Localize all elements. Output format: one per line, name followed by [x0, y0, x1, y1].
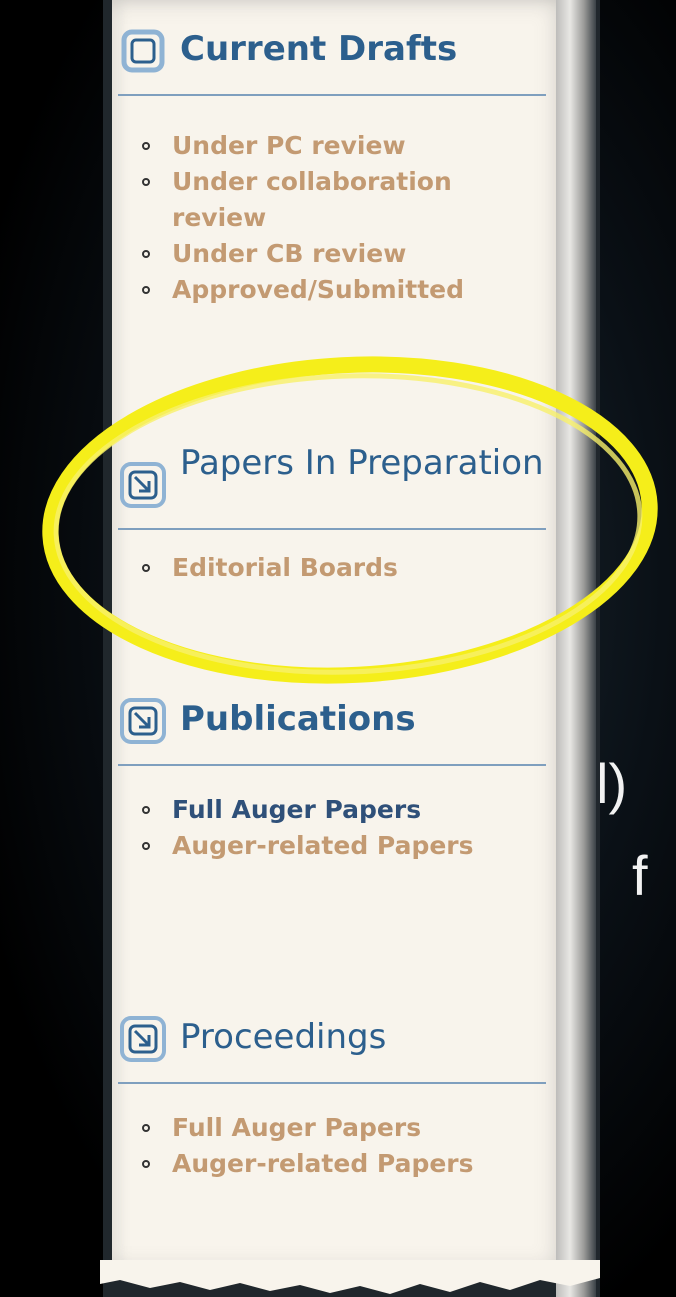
- bullet-icon: [142, 178, 150, 186]
- bullet-icon: [142, 564, 150, 572]
- divider: [118, 94, 546, 96]
- link-list: Editorial Boards: [118, 550, 548, 586]
- right-text-fragment-2: f: [632, 844, 648, 907]
- divider: [118, 1082, 546, 1084]
- bullet-icon: [142, 842, 150, 850]
- arrow-in-box-icon: [120, 698, 166, 744]
- bullet-icon: [142, 286, 150, 294]
- list-item[interactable]: Under PC review: [138, 128, 548, 164]
- list-item[interactable]: Approved/Submitted: [138, 272, 548, 308]
- arrow-in-box-icon: [120, 462, 166, 508]
- divider: [118, 764, 546, 766]
- heading-label: Papers In Preparation: [180, 443, 544, 483]
- section-papers-in-preparation: Papers In Preparation Editorial Boards: [118, 442, 548, 586]
- divider: [118, 528, 546, 530]
- list-item[interactable]: Under CB review: [138, 236, 548, 272]
- heading-label: Proceedings: [180, 1017, 387, 1057]
- link-label: Auger-related Papers: [172, 1149, 474, 1178]
- link-label: Under PC review: [172, 131, 406, 160]
- bullet-icon: [142, 806, 150, 814]
- section-heading[interactable]: Proceedings: [118, 1016, 548, 1064]
- right-text-fragment-1: l): [596, 752, 628, 815]
- link-label: Approved/Submitted: [172, 275, 464, 304]
- section-proceedings: Proceedings Full Auger Papers Auger-rela…: [118, 1016, 548, 1182]
- section-heading[interactable]: Publications: [118, 698, 548, 746]
- paper-torn-edge: [556, 0, 596, 1297]
- link-label: Auger-related Papers: [172, 831, 474, 860]
- heading-label: Publications: [180, 699, 416, 739]
- list-item[interactable]: Editorial Boards: [138, 550, 548, 586]
- list-item[interactable]: Auger-related Papers: [138, 828, 548, 864]
- bullet-icon: [142, 1160, 150, 1168]
- paper-torn-bottom: [100, 1260, 600, 1294]
- bullet-icon: [142, 1124, 150, 1132]
- link-label: Full Auger Papers: [172, 1113, 422, 1142]
- link-list: Full Auger Papers Auger-related Papers: [118, 792, 548, 864]
- section-heading[interactable]: Papers In Preparation: [118, 442, 548, 510]
- section-current-drafts: Current Drafts Under PC review Under col…: [118, 28, 548, 308]
- link-list: Under PC review Under collaboration revi…: [118, 128, 548, 308]
- link-label: Full Auger Papers: [172, 795, 422, 824]
- link-list: Full Auger Papers Auger-related Papers: [118, 1110, 548, 1182]
- bullet-icon: [142, 250, 150, 258]
- link-label: Under CB review: [172, 239, 407, 268]
- list-item[interactable]: Full Auger Papers: [138, 792, 548, 828]
- arrow-in-box-icon: [121, 29, 165, 73]
- list-item[interactable]: Under collaboration review: [138, 164, 548, 236]
- list-item[interactable]: Auger-related Papers: [138, 1146, 548, 1182]
- arrow-in-box-icon: [120, 1016, 166, 1062]
- link-label: Editorial Boards: [172, 553, 398, 582]
- list-item[interactable]: Full Auger Papers: [138, 1110, 548, 1146]
- section-publications: Publications Full Auger Papers Auger-rel…: [118, 698, 548, 864]
- section-heading[interactable]: Current Drafts: [118, 28, 548, 76]
- heading-label: Current Drafts: [180, 29, 458, 69]
- link-label: Under collaboration review: [172, 167, 452, 232]
- bullet-icon: [142, 142, 150, 150]
